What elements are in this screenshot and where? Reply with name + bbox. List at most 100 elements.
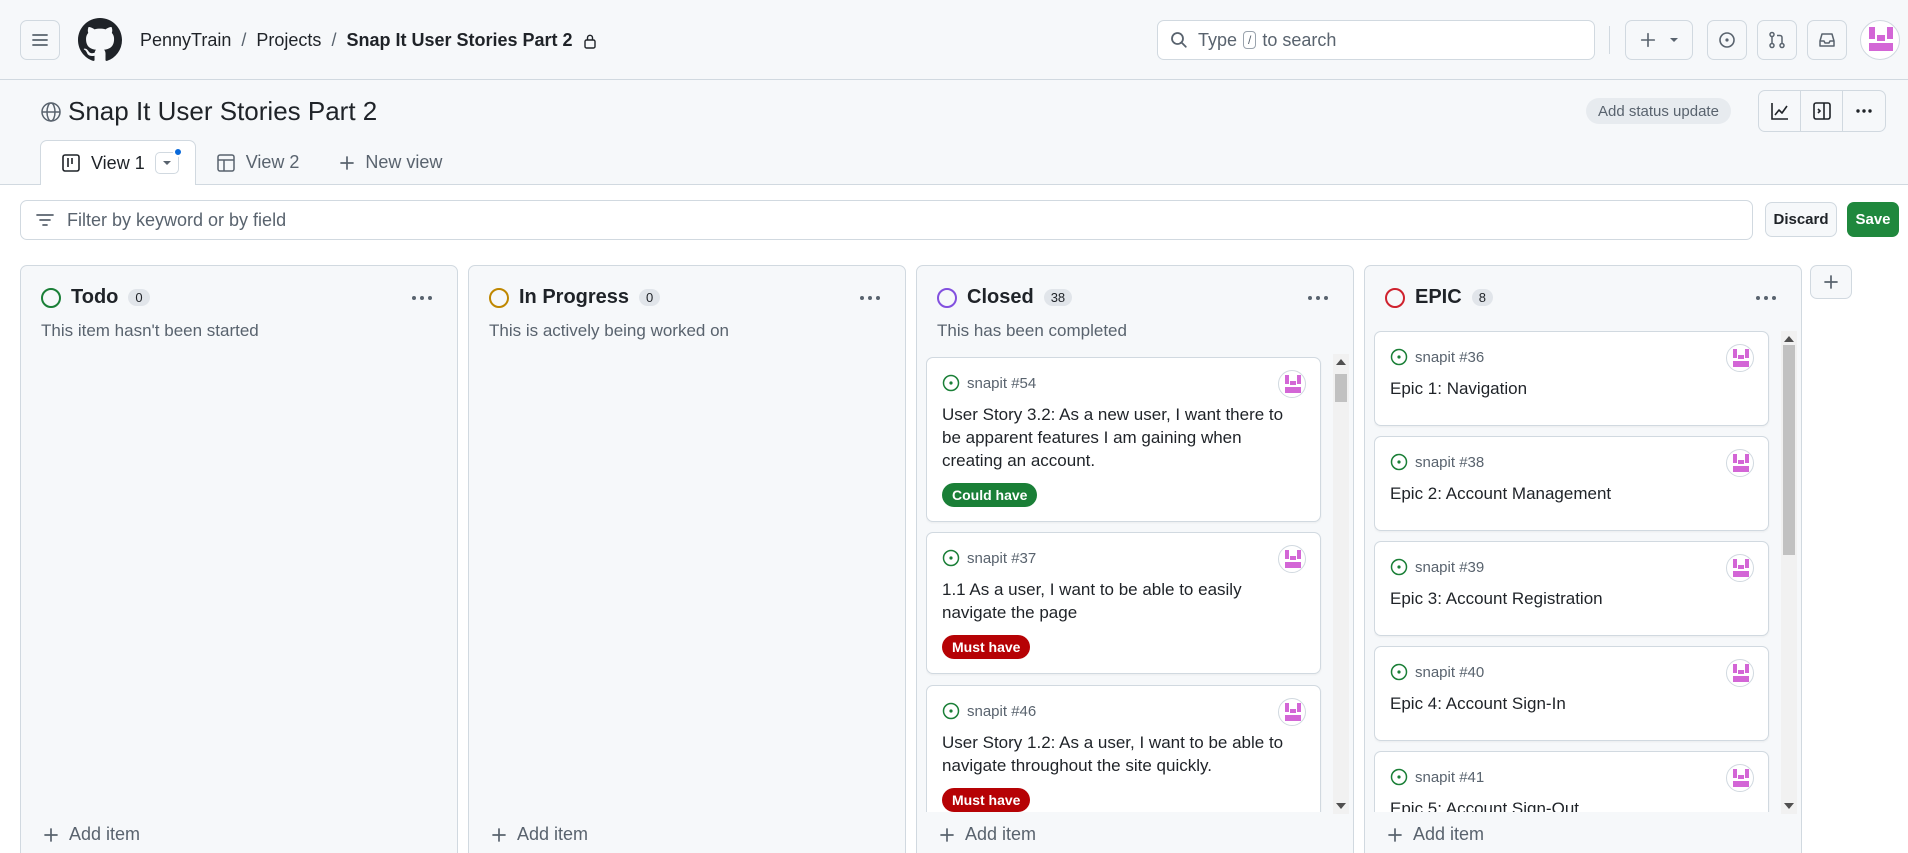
project-menu-button[interactable] xyxy=(1843,91,1885,131)
card-reference[interactable]: snapit #41 xyxy=(1390,768,1484,786)
user-avatar[interactable] xyxy=(1860,20,1900,60)
card-reference[interactable]: snapit #38 xyxy=(1390,453,1484,471)
column-todo: Todo 0 This item hasn't been started Add… xyxy=(20,265,458,853)
plus-icon xyxy=(1388,827,1402,842)
scroll-thumb[interactable] xyxy=(1335,374,1347,402)
card-title[interactable]: Epic 1: Navigation xyxy=(1390,377,1750,400)
identicon-icon xyxy=(1733,559,1749,577)
add-item-button[interactable]: Add item xyxy=(491,824,588,845)
scroll-down-icon[interactable] xyxy=(1336,803,1346,809)
status-circle-icon xyxy=(489,287,509,308)
view-options-dropdown[interactable] xyxy=(154,147,183,174)
kebab-horizontal-icon xyxy=(412,296,432,300)
card-ref-text: snapit #38 xyxy=(1415,453,1485,471)
card-item[interactable]: snapit #40 Epic 4: Account Sign-In xyxy=(1374,646,1769,741)
priority-label[interactable]: Could have xyxy=(942,483,1038,507)
column-menu-button[interactable] xyxy=(855,288,885,308)
tab-view-1[interactable]: View 1 xyxy=(40,140,196,185)
assignee-avatar[interactable] xyxy=(1278,370,1306,398)
card-item[interactable]: snapit #41 Epic 5: Account Sign-Out xyxy=(1374,751,1769,812)
inbox-button[interactable] xyxy=(1807,20,1847,60)
breadcrumb-project[interactable]: Snap It User Stories Part 2 xyxy=(346,30,572,51)
card-reference[interactable]: snapit #36 xyxy=(1390,348,1484,366)
search-input[interactable]: Type / to search xyxy=(1157,20,1595,60)
kebab-horizontal-icon xyxy=(1756,296,1776,300)
assignee-avatar[interactable] xyxy=(1726,554,1754,582)
insights-button[interactable] xyxy=(1759,91,1801,131)
scroll-thumb[interactable] xyxy=(1783,345,1795,555)
pull-requests-button[interactable] xyxy=(1757,20,1797,60)
breadcrumb-owner[interactable]: PennyTrain xyxy=(140,30,231,51)
assignee-avatar[interactable] xyxy=(1726,344,1754,372)
scroll-up-icon[interactable] xyxy=(1336,359,1346,365)
issue-opened-icon xyxy=(1390,663,1408,681)
new-view-button[interactable]: New view xyxy=(319,140,462,185)
card-item[interactable]: snapit #37 1.1 As a user, I want to be a… xyxy=(926,532,1321,674)
search-prefix: Type xyxy=(1198,29,1238,50)
card-reference[interactable]: snapit #46 xyxy=(942,702,1036,720)
card-title[interactable]: User Story 1.2: As a user, I want to be … xyxy=(942,731,1302,777)
issue-opened-icon xyxy=(1390,768,1408,786)
create-new-button[interactable] xyxy=(1625,20,1693,60)
tab-view-2[interactable]: View 2 xyxy=(196,140,320,185)
card-reference[interactable]: snapit #40 xyxy=(1390,663,1484,681)
assignee-avatar[interactable] xyxy=(1726,659,1754,687)
add-item-button[interactable]: Add item xyxy=(43,824,140,845)
card-item[interactable]: snapit #54 User Story 3.2: As a new user… xyxy=(926,357,1321,522)
caret-down-icon xyxy=(1670,38,1678,42)
column-scrollbar[interactable] xyxy=(1333,354,1349,814)
project-title[interactable]: Snap It User Stories Part 2 xyxy=(68,96,377,127)
card-item[interactable]: snapit #36 Epic 1: Navigation xyxy=(1374,331,1769,426)
filter-placeholder: Filter by keyword or by field xyxy=(67,209,287,230)
global-header: PennyTrain / Projects / Snap It User Sto… xyxy=(0,0,1908,80)
issues-button[interactable] xyxy=(1707,20,1747,60)
save-button[interactable]: Save xyxy=(1847,202,1899,237)
issue-opened-icon xyxy=(1719,32,1735,48)
tab-label: View 2 xyxy=(245,152,300,172)
card-item[interactable]: snapit #38 Epic 2: Account Management xyxy=(1374,436,1769,531)
card-title[interactable]: User Story 3.2: As a new user, I want th… xyxy=(942,403,1302,472)
assignee-avatar[interactable] xyxy=(1726,449,1754,477)
priority-label[interactable]: Must have xyxy=(942,635,1031,659)
column-closed: Closed 38 This has been completed snapit… xyxy=(916,265,1354,853)
card-reference[interactable]: snapit #54 xyxy=(942,374,1036,392)
card-title[interactable]: Epic 2: Account Management xyxy=(1390,482,1750,505)
column-menu-button[interactable] xyxy=(1303,288,1333,308)
scroll-up-icon[interactable] xyxy=(1784,336,1794,342)
assignee-avatar[interactable] xyxy=(1278,698,1306,726)
project-header: Snap It User Stories Part 2 xyxy=(40,96,377,127)
card-title[interactable]: Epic 3: Account Registration xyxy=(1390,587,1750,610)
status-circle-icon xyxy=(1385,287,1405,308)
scroll-down-icon[interactable] xyxy=(1784,803,1794,809)
assignee-avatar[interactable] xyxy=(1278,545,1306,573)
board-icon xyxy=(62,154,80,172)
sidebar-icon xyxy=(1812,102,1831,120)
column-menu-button[interactable] xyxy=(1751,288,1781,308)
priority-label[interactable]: Must have xyxy=(942,788,1031,812)
status-circle-icon xyxy=(937,287,957,308)
card-item[interactable]: snapit #46 User Story 1.2: As a user, I … xyxy=(926,685,1321,812)
column-scrollbar[interactable] xyxy=(1781,331,1797,814)
column-menu-button[interactable] xyxy=(407,288,437,308)
github-logo-icon[interactable] xyxy=(78,18,122,62)
filter-input[interactable]: Filter by keyword or by field xyxy=(20,200,1753,240)
add-item-button[interactable]: Add item xyxy=(1387,824,1484,845)
breadcrumb-projects[interactable]: Projects xyxy=(256,30,321,51)
card-item[interactable]: snapit #39 Epic 3: Account Registration xyxy=(1374,541,1769,636)
card-reference[interactable]: snapit #39 xyxy=(1390,558,1484,576)
card-title[interactable]: 1.1 As a user, I want to be able to easi… xyxy=(942,578,1302,624)
menu-button[interactable] xyxy=(20,20,60,60)
add-status-update-button[interactable]: Add status update xyxy=(1586,98,1731,124)
add-column-button[interactable] xyxy=(1810,265,1852,299)
card-title[interactable]: Epic 5: Account Sign-Out xyxy=(1390,797,1750,812)
add-item-label: Add item xyxy=(517,824,589,844)
card-list: snapit #54 User Story 3.2: As a new user… xyxy=(926,357,1344,812)
side-panel-button[interactable] xyxy=(1801,91,1843,131)
search-suffix: to search xyxy=(1262,29,1337,50)
add-item-button[interactable]: Add item xyxy=(939,824,1036,845)
card-reference[interactable]: snapit #37 xyxy=(942,549,1036,567)
discard-button[interactable]: Discard xyxy=(1765,202,1837,237)
card-title[interactable]: Epic 4: Account Sign-In xyxy=(1390,692,1750,715)
assignee-avatar[interactable] xyxy=(1726,764,1754,792)
identicon-icon xyxy=(1733,769,1749,787)
